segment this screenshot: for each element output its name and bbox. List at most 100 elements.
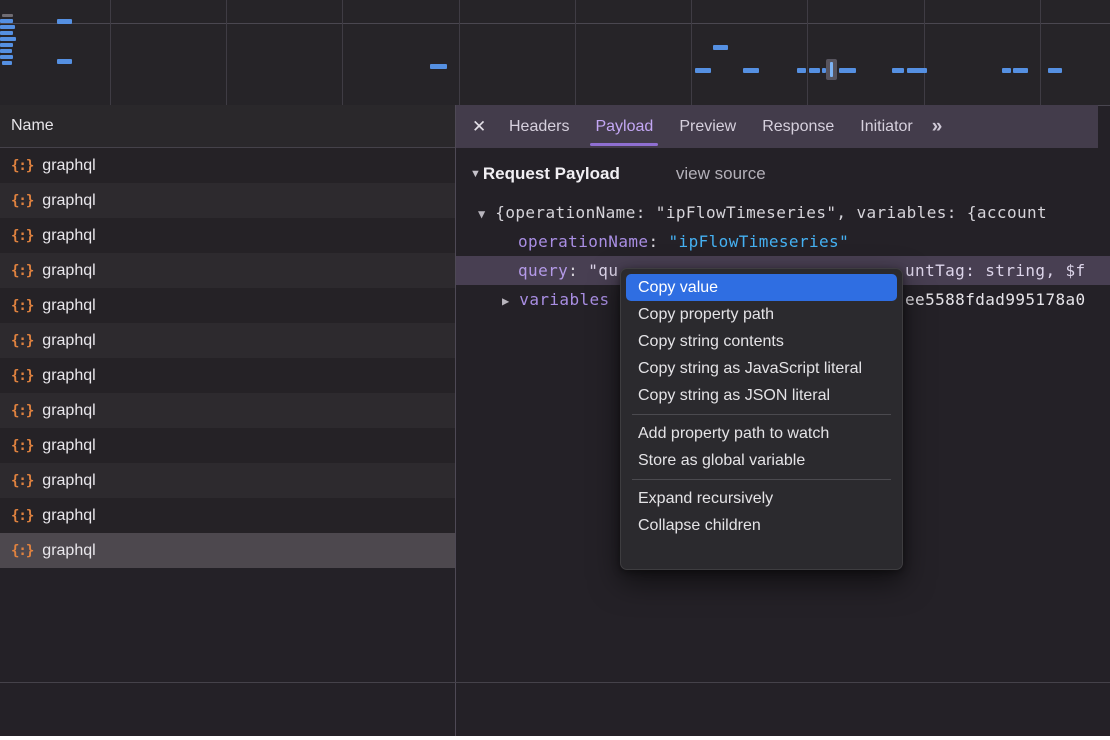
menu-item-add-property-path-to-watch[interactable]: Add property path to watch	[626, 420, 897, 447]
tab-payload[interactable]: Payload	[582, 105, 666, 148]
overview-vertical-gridline	[226, 0, 227, 105]
request-timing-bar[interactable]	[1002, 68, 1011, 73]
request-name-label: graphql	[42, 402, 95, 420]
property-value-right-fragment: untTag: string, $f	[905, 256, 1086, 285]
request-row-graphql[interactable]: {:} graphql	[0, 288, 455, 323]
json-braces-icon: {:}	[11, 158, 33, 174]
request-timing-bar[interactable]	[839, 68, 856, 73]
menu-item-collapse-children[interactable]: Collapse children	[626, 512, 897, 539]
column-header-label: Name	[11, 117, 54, 135]
overview-vertical-gridline	[342, 0, 343, 105]
devtools-network-panel: Name {:}graphql{:}graphql{:}graphql{:}gr…	[0, 0, 1110, 740]
json-braces-icon: {:}	[11, 368, 33, 384]
request-name-label: graphql	[42, 437, 95, 455]
request-timing-bar[interactable]	[907, 68, 927, 73]
tab-headers[interactable]: Headers	[496, 105, 582, 148]
key-value-separator: :	[648, 232, 668, 251]
request-row-graphql[interactable]: {:}graphql	[0, 148, 455, 183]
request-timing-bar[interactable]	[0, 43, 13, 47]
request-timing-bar[interactable]	[430, 64, 447, 69]
screenshot-bottom-edge	[0, 736, 1110, 740]
property-value-left-fragment: "qu	[588, 261, 618, 280]
request-timing-bar[interactable]	[57, 59, 72, 64]
property-key: operationName	[518, 232, 648, 251]
request-row-graphql[interactable]: {:} graphql	[0, 358, 455, 393]
request-name-label: graphql	[42, 542, 95, 560]
request-row-graphql[interactable]: {:} graphql	[0, 428, 455, 463]
menu-separator	[632, 414, 891, 415]
menu-item-copy-value[interactable]: Copy value	[626, 274, 897, 301]
json-braces-icon: {:}	[11, 228, 33, 244]
request-row-graphql[interactable]: {:} graphql	[0, 393, 455, 428]
overview-horizontal-gridline	[0, 23, 1110, 24]
request-name-label: graphql	[42, 332, 95, 350]
request-timing-bar[interactable]	[0, 37, 16, 41]
request-name-label: graphql	[42, 367, 95, 385]
expander-icon[interactable]: ▶	[502, 294, 509, 308]
section-title: Request Payload	[483, 164, 620, 184]
request-timing-bar[interactable]	[809, 68, 820, 73]
request-row-graphql[interactable]: {:} graphql	[0, 533, 455, 568]
more-tabs-icon[interactable]: »	[932, 116, 941, 138]
request-timing-bar[interactable]	[892, 68, 904, 73]
expander-icon[interactable]: ▼	[478, 207, 485, 221]
request-row-graphql[interactable]: {:}graphql	[0, 463, 455, 498]
overview-vertical-gridline	[924, 0, 925, 105]
request-timing-bar[interactable]	[0, 31, 13, 35]
request-row-graphql[interactable]: {:}graphql	[0, 253, 455, 288]
tab-response[interactable]: Response	[749, 105, 847, 148]
overview-vertical-gridline	[807, 0, 808, 105]
context-menu: Copy valueCopy property pathCopy string …	[620, 268, 903, 570]
json-braces-icon: {:}	[11, 193, 33, 209]
menu-item-copy-string-contents[interactable]: Copy string contents	[626, 328, 897, 355]
request-timing-bar[interactable]	[0, 49, 12, 53]
tab-initiator[interactable]: Initiator	[847, 105, 925, 148]
request-timing-bar[interactable]	[57, 19, 72, 24]
requests-list: {:} graphql {:} graphql {:} graphql {:} graphql…	[0, 148, 455, 568]
panel-split-divider[interactable]	[455, 105, 456, 736]
json-braces-icon: {:}	[11, 298, 33, 314]
summary-bar-divider	[0, 682, 1110, 683]
marker-core	[830, 62, 833, 77]
network-overview-timeline[interactable]	[0, 0, 1110, 106]
section-collapse-triangle-icon[interactable]: ▼	[470, 168, 481, 180]
request-name-label: graphql	[42, 262, 95, 280]
request-timing-bar[interactable]	[695, 68, 711, 73]
request-timing-bar[interactable]	[2, 14, 13, 17]
request-timing-bar[interactable]	[1013, 68, 1028, 73]
close-icon[interactable]: ✕	[472, 117, 496, 137]
request-timing-bar[interactable]	[797, 68, 806, 73]
request-payload-section-header[interactable]: ▼ Request Payload view source	[456, 148, 1110, 184]
request-timing-bar[interactable]	[0, 19, 13, 23]
json-braces-icon: {:}	[11, 438, 33, 454]
menu-item-expand-recursively[interactable]: Expand recursively	[626, 485, 897, 512]
request-timing-bar[interactable]	[2, 61, 12, 65]
request-timing-bar[interactable]	[1048, 68, 1062, 73]
request-timing-bar[interactable]	[0, 25, 15, 29]
overview-vertical-gridline	[575, 0, 576, 105]
view-source-toggle[interactable]: view source	[676, 164, 766, 184]
request-row-graphql[interactable]: {:}graphql	[0, 218, 455, 253]
json-braces-icon: {:}	[11, 543, 33, 559]
requests-column-header[interactable]: Name	[0, 105, 455, 148]
payload-root-row[interactable]: ▼ {operationName: "ipFlowTimeseries", va…	[456, 198, 1110, 227]
request-timing-bar[interactable]	[713, 45, 728, 50]
json-braces-icon: {:}	[11, 473, 33, 489]
tab-preview[interactable]: Preview	[666, 105, 749, 148]
overview-vertical-gridline	[110, 0, 111, 105]
payload-row-operationName[interactable]: operationName: "ipFlowTimeseries"	[456, 227, 1110, 256]
menu-item-copy-property-path[interactable]: Copy property path	[626, 301, 897, 328]
key-value-separator: :	[568, 261, 588, 280]
menu-item-copy-string-as-javascript-literal[interactable]: Copy string as JavaScript literal	[626, 355, 897, 382]
request-timing-bar[interactable]	[0, 55, 13, 59]
request-row-graphql[interactable]: {:}graphql	[0, 323, 455, 358]
menu-item-copy-string-as-json-literal[interactable]: Copy string as JSON literal	[626, 382, 897, 409]
json-braces-icon: {:}	[11, 403, 33, 419]
property-preview-fragment: ee5588fdad995178a0	[905, 285, 1086, 314]
request-row-graphql[interactable]: {:}graphql	[0, 498, 455, 533]
request-name-label: graphql	[42, 297, 95, 315]
json-braces-icon: {:}	[11, 508, 33, 524]
menu-item-store-as-global-variable[interactable]: Store as global variable	[626, 447, 897, 474]
request-row-graphql[interactable]: {:}graphql	[0, 183, 455, 218]
request-timing-bar[interactable]	[743, 68, 759, 73]
